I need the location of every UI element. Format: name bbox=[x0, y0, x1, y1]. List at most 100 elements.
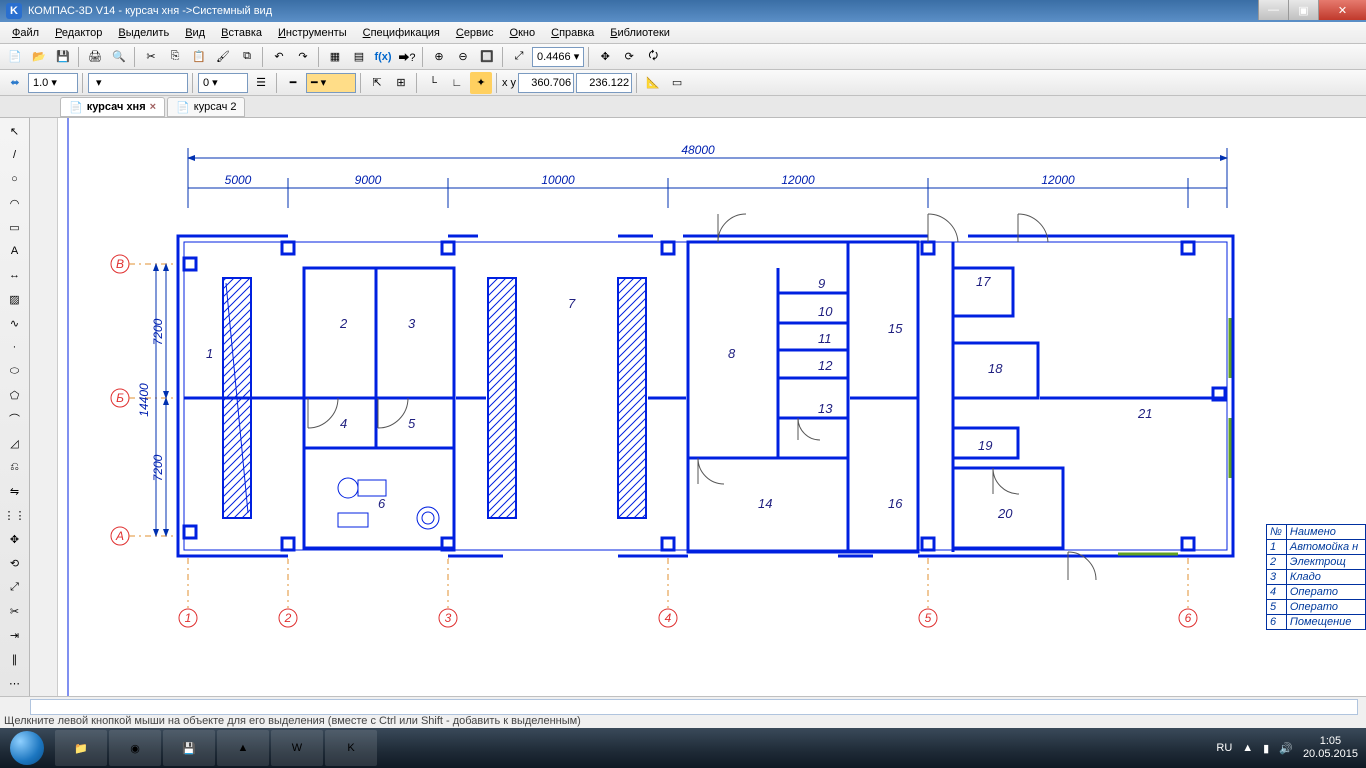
array-tool-icon[interactable]: ⋮⋮ bbox=[4, 504, 26, 526]
measure-icon[interactable]: 📐 bbox=[642, 72, 664, 94]
save-icon[interactable]: 💾 bbox=[52, 46, 74, 68]
close-button[interactable]: ✕ bbox=[1318, 0, 1366, 20]
dim-tool-icon[interactable]: ↔ bbox=[4, 264, 26, 286]
clock[interactable]: 1:05 20.05.2015 bbox=[1303, 735, 1358, 761]
snap-icon[interactable]: ⬌ bbox=[4, 72, 26, 94]
angle-icon[interactable]: ∟ bbox=[446, 72, 468, 94]
menu-window[interactable]: Окно bbox=[504, 25, 542, 41]
snap2-icon[interactable]: ✦ bbox=[470, 72, 492, 94]
scale-tool-icon[interactable]: ⤢ bbox=[4, 576, 26, 598]
undo-icon[interactable]: ↶ bbox=[268, 46, 290, 68]
cursor-tool-icon[interactable]: ↖ bbox=[4, 120, 26, 142]
lang-indicator[interactable]: RU bbox=[1216, 742, 1232, 754]
line-tool-icon[interactable]: / bbox=[4, 144, 26, 166]
menu-help[interactable]: Справка bbox=[545, 25, 600, 41]
rotate-tool-icon[interactable]: ⟲ bbox=[4, 552, 26, 574]
more-tool-icon[interactable]: ⋯ bbox=[4, 672, 26, 694]
text-tool-icon[interactable]: A bbox=[4, 240, 26, 262]
gridsnap-icon[interactable]: ⊞ bbox=[390, 72, 412, 94]
menu-insert[interactable]: Вставка bbox=[215, 25, 268, 41]
brush-icon[interactable]: 🖌 bbox=[212, 46, 234, 68]
offset-tool-icon[interactable]: ∥ bbox=[4, 648, 26, 670]
layers-icon[interactable]: ☰ bbox=[250, 72, 272, 94]
task-explorer[interactable]: 📁 bbox=[55, 730, 107, 766]
copy-icon[interactable]: ⎘ bbox=[164, 46, 186, 68]
left-aux-palette bbox=[30, 118, 58, 696]
cut-icon[interactable]: ✂ bbox=[140, 46, 162, 68]
tray-volume-icon[interactable]: 🔊 bbox=[1279, 742, 1293, 755]
menu-view[interactable]: Вид bbox=[179, 25, 211, 41]
task-save[interactable]: 💾 bbox=[163, 730, 215, 766]
redo-icon[interactable]: ↷ bbox=[292, 46, 314, 68]
mirror-tool-icon[interactable]: ⇋ bbox=[4, 480, 26, 502]
step-value[interactable]: ▾ bbox=[88, 73, 188, 93]
rotate-icon[interactable]: ⟳ bbox=[618, 46, 640, 68]
arc-tool-icon[interactable]: ◠ bbox=[4, 192, 26, 214]
coord-x[interactable] bbox=[518, 73, 574, 93]
task-kompas[interactable]: K bbox=[325, 730, 377, 766]
rect-tool-icon[interactable]: ▭ bbox=[4, 216, 26, 238]
refresh-icon[interactable]: 🗘 bbox=[642, 46, 664, 68]
break-tool-icon[interactable]: ⎌ bbox=[4, 456, 26, 478]
dimension-icon[interactable]: ⇱ bbox=[366, 72, 388, 94]
chamfer-tool-icon[interactable]: ◿ bbox=[4, 432, 26, 454]
toolbar-main: 📄 📂 💾 🖨 🔍 ✂ ⎘ 📋 🖌 ⧉ ↶ ↷ ▦ ▤ f(x) ⮕? ⊕ ⊖ … bbox=[0, 44, 1366, 70]
close-tab-icon[interactable]: × bbox=[150, 101, 156, 113]
preview-icon[interactable]: 🔍 bbox=[108, 46, 130, 68]
props-icon[interactable]: ⧉ bbox=[236, 46, 258, 68]
task-aimp[interactable]: ▲ bbox=[217, 730, 269, 766]
task-chrome[interactable]: ◉ bbox=[109, 730, 161, 766]
zoom-fit-icon[interactable]: ⤢ bbox=[508, 46, 530, 68]
point-tool-icon[interactable]: · bbox=[4, 336, 26, 358]
svg-text:14400: 14400 bbox=[137, 383, 151, 417]
menu-libs[interactable]: Библиотеки bbox=[604, 25, 676, 41]
menu-tools[interactable]: Инструменты bbox=[272, 25, 353, 41]
svg-text:7: 7 bbox=[568, 296, 576, 311]
tab-kursach-hnya[interactable]: 📄 курсач хня × bbox=[60, 97, 165, 117]
help-cursor-icon[interactable]: ⮕? bbox=[396, 46, 418, 68]
fillet-tool-icon[interactable]: ⌒ bbox=[4, 408, 26, 430]
new-icon[interactable]: 📄 bbox=[4, 46, 26, 68]
zoom-value[interactable]: 0.4466 ▾ bbox=[532, 47, 584, 67]
menu-editor[interactable]: Редактор bbox=[49, 25, 108, 41]
tray-network-icon[interactable]: ▮ bbox=[1263, 742, 1269, 755]
grid-icon[interactable]: ▤ bbox=[348, 46, 370, 68]
misc-icon[interactable]: ▭ bbox=[666, 72, 688, 94]
ellipse-tool-icon[interactable]: ⬭ bbox=[4, 360, 26, 382]
zoom-win-icon[interactable]: 🔲 bbox=[476, 46, 498, 68]
linewidth-icon[interactable]: ━ bbox=[282, 72, 304, 94]
drawing-canvas[interactable]: 48000 5000 9000 10000 12000 12000 В Б А bbox=[58, 118, 1366, 696]
move-icon[interactable]: ✥ bbox=[594, 46, 616, 68]
command-input[interactable] bbox=[30, 699, 1358, 715]
trim-tool-icon[interactable]: ✂ bbox=[4, 600, 26, 622]
spline-tool-icon[interactable]: ∿ bbox=[4, 312, 26, 334]
coord-y[interactable] bbox=[576, 73, 632, 93]
move-tool-icon[interactable]: ✥ bbox=[4, 528, 26, 550]
zoom-in-icon[interactable]: ⊕ bbox=[428, 46, 450, 68]
tab-kursach-2[interactable]: 📄 курсач 2 bbox=[167, 97, 245, 117]
layer-value[interactable]: 0 ▾ bbox=[198, 73, 248, 93]
paste-icon[interactable]: 📋 bbox=[188, 46, 210, 68]
table-icon[interactable]: ▦ bbox=[324, 46, 346, 68]
print-icon[interactable]: 🖨 bbox=[84, 46, 106, 68]
hatch-tool-icon[interactable]: ▨ bbox=[4, 288, 26, 310]
menu-select[interactable]: Выделить bbox=[112, 25, 175, 41]
fx-icon[interactable]: f(x) bbox=[372, 46, 394, 68]
open-icon[interactable]: 📂 bbox=[28, 46, 50, 68]
menu-service[interactable]: Сервис bbox=[450, 25, 500, 41]
minimize-button[interactable]: — bbox=[1258, 0, 1288, 20]
poly-tool-icon[interactable]: ⬠ bbox=[4, 384, 26, 406]
ortho-icon[interactable]: └ bbox=[422, 72, 444, 94]
zoom-out-icon[interactable]: ⊖ bbox=[452, 46, 474, 68]
menu-file[interactable]: Файл bbox=[6, 25, 45, 41]
task-word[interactable]: W bbox=[271, 730, 323, 766]
linestyle-value[interactable]: ━ ▾ bbox=[306, 73, 356, 93]
svg-text:5: 5 bbox=[408, 416, 416, 431]
circle-tool-icon[interactable]: ○ bbox=[4, 168, 26, 190]
start-button[interactable] bbox=[0, 728, 54, 768]
extend-tool-icon[interactable]: ⇥ bbox=[4, 624, 26, 646]
tray-flag-icon[interactable]: ▲ bbox=[1242, 742, 1253, 754]
maximize-button[interactable]: ▣ bbox=[1288, 0, 1318, 20]
scale-value[interactable]: 1.0 ▾ bbox=[28, 73, 78, 93]
menu-spec[interactable]: Спецификация bbox=[357, 25, 446, 41]
